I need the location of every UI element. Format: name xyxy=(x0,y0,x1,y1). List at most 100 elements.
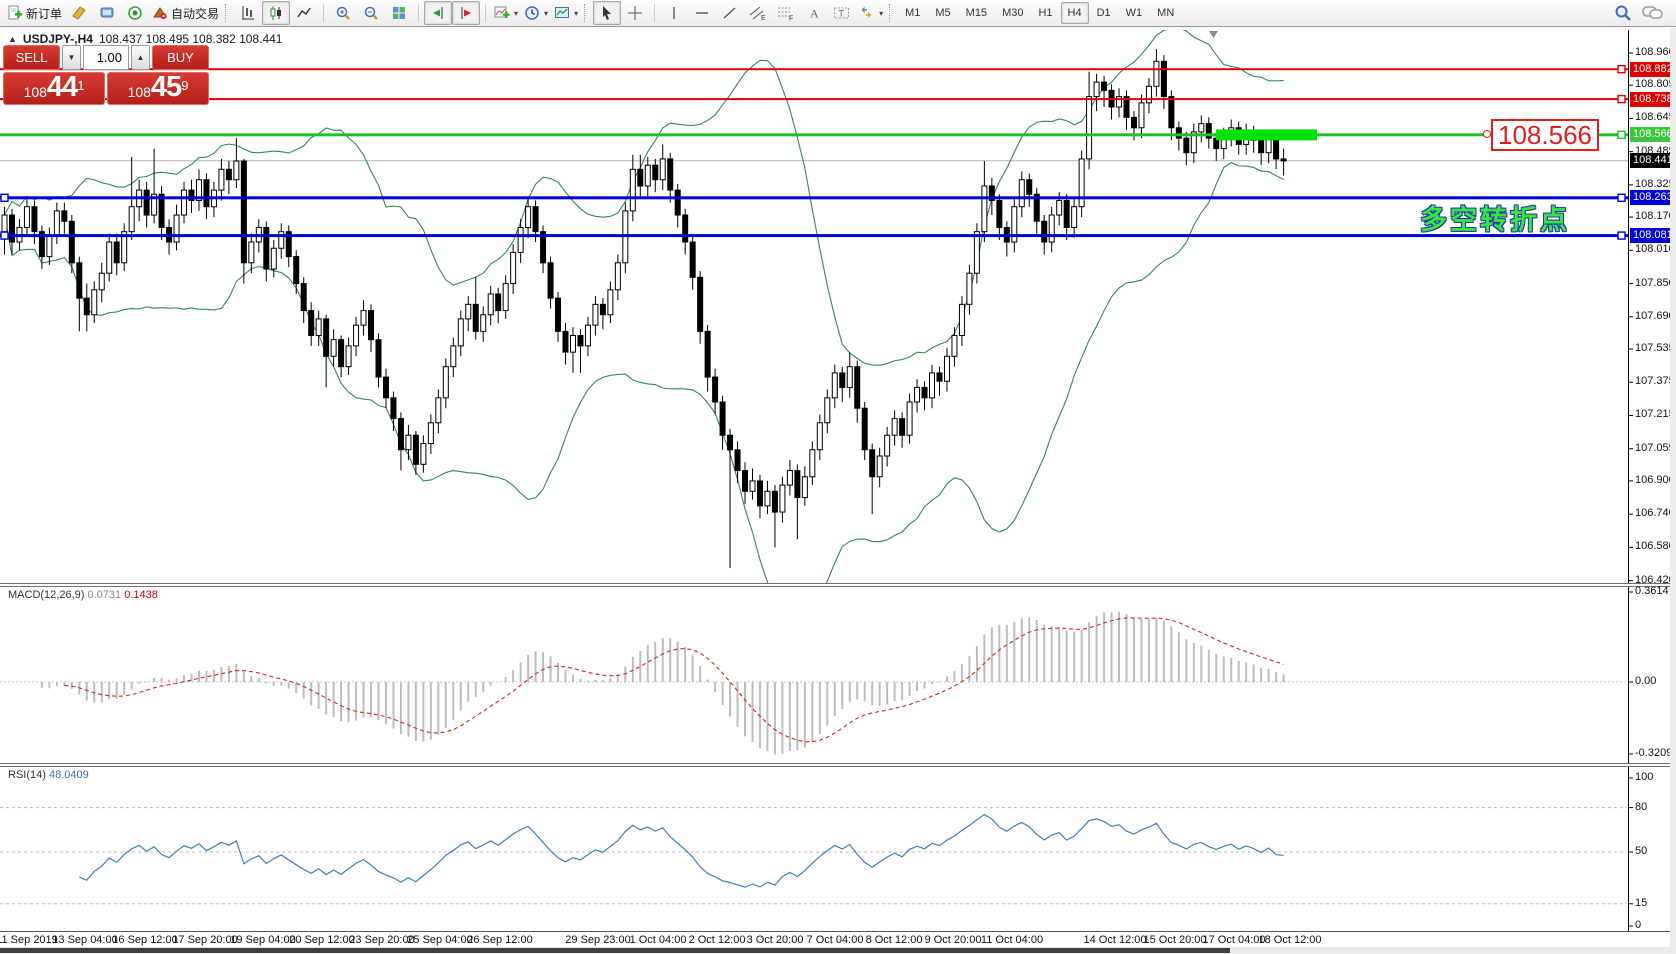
autotrading-button[interactable]: 自动交易 xyxy=(149,1,222,25)
time-axis-label: 1 Oct 04:00 xyxy=(630,934,687,946)
buy-price-button[interactable]: 108459 xyxy=(107,72,209,105)
new-order-button[interactable]: 新订单 xyxy=(4,1,65,25)
sell-price-base: 108 xyxy=(24,82,47,102)
toolbar-separator xyxy=(418,4,419,22)
horizontal-line-icon xyxy=(694,5,710,21)
axis-label: 100 xyxy=(1635,771,1653,783)
auto-scroll-icon xyxy=(430,5,446,21)
indicators-icon xyxy=(494,5,510,21)
metaeditor-button[interactable] xyxy=(65,1,93,25)
chart-symbol: USDJPY-,H4 xyxy=(23,32,93,46)
timeframe-M15[interactable]: M15 xyxy=(959,2,994,24)
panel-separator[interactable] xyxy=(0,583,1676,587)
chat-icon[interactable] xyxy=(1642,4,1664,22)
search-icon[interactable] xyxy=(1614,4,1632,22)
buy-price-sup: 9 xyxy=(181,73,188,99)
cursor-button[interactable] xyxy=(593,1,621,25)
toolbar-separator xyxy=(485,4,486,22)
signals-button[interactable] xyxy=(121,1,149,25)
tile-windows-button[interactable] xyxy=(385,1,413,25)
templates-button[interactable]: ▾ xyxy=(551,1,581,25)
toolbar-separator xyxy=(323,4,324,22)
fibonacci-icon: F xyxy=(777,5,795,21)
rsi-label: RSI(14) 48.0409 xyxy=(8,769,89,781)
toolbar-grip xyxy=(889,4,893,22)
timeframe-H1[interactable]: H1 xyxy=(1031,2,1059,24)
axis-label: 0 xyxy=(1635,919,1641,931)
mt4-window: 新订单 自动交易 ▾ ▾ ▾ E F A T ▾ xyxy=(0,0,1676,954)
timeframe-W1[interactable]: W1 xyxy=(1119,2,1150,24)
zoom-out-button[interactable] xyxy=(357,1,385,25)
bar-chart-button[interactable] xyxy=(234,1,262,25)
candlestick-chart-icon xyxy=(268,5,284,21)
collapse-arrow-icon[interactable]: ▲ xyxy=(8,34,17,44)
time-axis-label: 17 Sep 20:00 xyxy=(172,934,237,946)
time-axis-label: 29 Sep 23:00 xyxy=(565,934,630,946)
horizontal-line-button[interactable] xyxy=(688,1,716,25)
signals-icon xyxy=(127,5,143,21)
line-chart-button[interactable] xyxy=(290,1,318,25)
new-order-label: 新订单 xyxy=(26,5,62,22)
chart-shift-icon xyxy=(458,5,474,21)
time-axis-label: 25 Sep 04:00 xyxy=(407,934,472,946)
time-axis-label: 8 Oct 12:00 xyxy=(866,934,923,946)
periods-button[interactable]: ▾ xyxy=(521,1,551,25)
fibonacci-button[interactable]: F xyxy=(772,1,800,25)
timeframe-M30[interactable]: M30 xyxy=(995,2,1030,24)
svg-text:F: F xyxy=(789,16,793,22)
mql5-community-button[interactable] xyxy=(93,1,121,25)
price-annotation-box[interactable]: 108.566 xyxy=(1491,119,1599,151)
crosshair-button[interactable] xyxy=(621,1,649,25)
vertical-line-icon xyxy=(666,5,682,21)
sell-price-button[interactable]: 108441 xyxy=(3,72,105,105)
arrows-icon xyxy=(859,5,875,21)
timeframe-D1[interactable]: D1 xyxy=(1090,2,1118,24)
time-axis-label: 9 Oct 20:00 xyxy=(925,934,982,946)
timeframe-MN[interactable]: MN xyxy=(1150,2,1181,24)
candlestick-chart-button[interactable] xyxy=(262,1,290,25)
dropdown-caret: ▾ xyxy=(879,9,883,18)
templates-icon xyxy=(554,5,570,21)
auto-scroll-button[interactable] xyxy=(424,1,452,25)
arrows-button[interactable]: ▾ xyxy=(856,1,886,25)
time-axis-label: 16 Sep 12:00 xyxy=(112,934,177,946)
timeframe-H4[interactable]: H4 xyxy=(1061,2,1089,24)
time-axis-label: 13 Sep 04:00 xyxy=(52,934,117,946)
time-axis-label: 26 Sep 12:00 xyxy=(467,934,532,946)
buy-price-base: 108 xyxy=(128,82,151,102)
text-label-button[interactable]: T xyxy=(828,1,856,25)
time-axis-label: 14 Oct 12:00 xyxy=(1084,934,1147,946)
toolbar-grip xyxy=(225,4,229,22)
indicators-button[interactable]: ▾ xyxy=(491,1,521,25)
volume-input[interactable] xyxy=(83,45,129,70)
volume-increase-button[interactable]: ▲ xyxy=(131,45,150,70)
horizontal-scrollbar[interactable] xyxy=(0,947,1676,954)
buy-price-big: 45 xyxy=(151,73,181,102)
trendline-button[interactable] xyxy=(716,1,744,25)
toolbar-right xyxy=(1614,4,1672,22)
timeframe-M5[interactable]: M5 xyxy=(928,2,957,24)
cn-note-text[interactable]: 多空转折点 xyxy=(1420,198,1570,237)
autotrading-icon xyxy=(152,5,168,21)
zoom-in-button[interactable] xyxy=(329,1,357,25)
metaeditor-icon xyxy=(71,5,87,21)
chart-canvas[interactable]: ▲ USDJPY-,H4 108.437 108.495 108.382 108… xyxy=(0,28,1676,954)
equidistant-channel-icon: E xyxy=(749,5,767,21)
macd-main-value: 0.0731 xyxy=(87,589,121,601)
buy-button[interactable]: BUY xyxy=(152,45,209,70)
toolbar-separator xyxy=(654,4,655,22)
scrollbar-thumb[interactable] xyxy=(0,948,1230,953)
sell-button[interactable]: SELL xyxy=(3,45,60,70)
text-label-icon: T xyxy=(833,5,851,21)
equidistant-channel-button[interactable]: E xyxy=(744,1,772,25)
chart-shift-button[interactable] xyxy=(452,1,480,25)
time-axis[interactable]: 11 Sep 201913 Sep 04:0016 Sep 12:0017 Se… xyxy=(0,931,1676,948)
svg-text:T: T xyxy=(839,9,845,19)
text-button[interactable]: A xyxy=(800,1,828,25)
panel-separator[interactable] xyxy=(0,763,1676,767)
timeframe-M1[interactable]: M1 xyxy=(898,2,927,24)
volume-decrease-button[interactable]: ▼ xyxy=(62,45,81,70)
chart-ohlc: 108.437 108.495 108.382 108.441 xyxy=(99,32,283,46)
dropdown-caret: ▾ xyxy=(544,9,548,18)
vertical-line-button[interactable] xyxy=(660,1,688,25)
